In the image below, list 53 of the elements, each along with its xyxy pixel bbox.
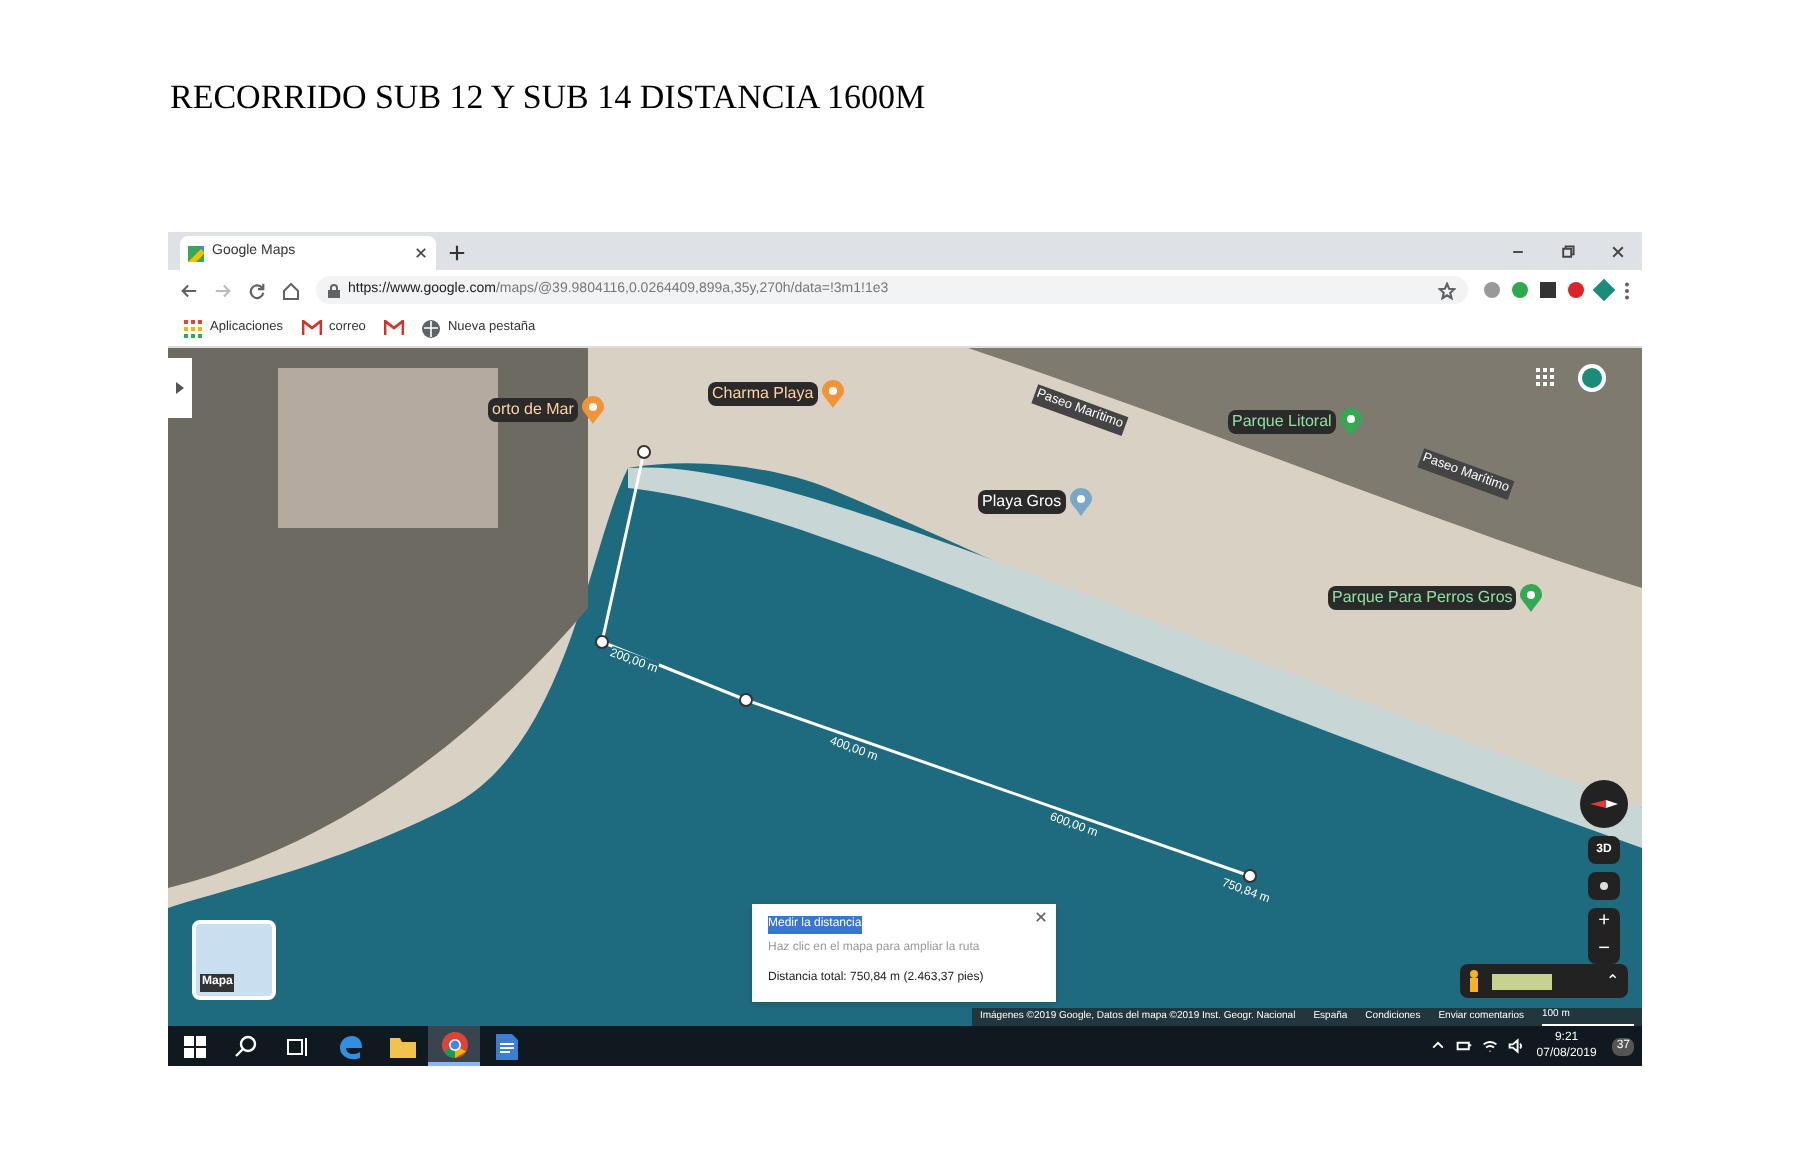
close-icon[interactable] — [1610, 244, 1626, 260]
apps-grid-icon — [184, 319, 202, 337]
restore-icon[interactable] — [1560, 244, 1576, 260]
reload-icon[interactable] — [248, 281, 266, 299]
route-point[interactable] — [595, 635, 609, 649]
star-icon[interactable] — [1438, 281, 1456, 299]
search-icon — [234, 1034, 258, 1058]
mail-icon — [301, 320, 321, 336]
imagery-thumbnail[interactable] — [1492, 973, 1552, 989]
grid-icon[interactable] — [1536, 368, 1554, 386]
map-pin-icon[interactable] — [1339, 408, 1362, 436]
place-label[interactable]: Parque Litoral — [1228, 410, 1336, 434]
browser-e-icon — [337, 1033, 363, 1059]
mail-icon — [383, 320, 404, 336]
back-icon[interactable] — [180, 281, 198, 299]
side-panel-toggle[interactable] — [168, 358, 192, 418]
caret-icon — [176, 382, 184, 394]
folder-icon — [389, 1035, 415, 1057]
map-pin-icon[interactable] — [1520, 584, 1543, 612]
map-pin-icon[interactable] — [1069, 488, 1092, 516]
windows-icon — [183, 1035, 205, 1057]
route-point[interactable] — [637, 445, 651, 459]
chrome-icon — [441, 1031, 467, 1057]
map-pin-icon — [188, 245, 204, 261]
speaker-icon[interactable] — [1508, 1038, 1525, 1054]
expand-button[interactable]: ⌃ — [1606, 969, 1620, 993]
home-icon[interactable] — [282, 281, 300, 299]
globe-icon — [421, 319, 440, 337]
document-icon — [495, 1033, 517, 1059]
place-label[interactable]: orto de Mar — [488, 398, 578, 422]
zoom-in-button[interactable]: + — [1598, 908, 1610, 936]
task-view-icon — [286, 1035, 310, 1057]
close-icon[interactable] — [414, 246, 428, 260]
wifi-icon[interactable] — [1482, 1038, 1499, 1054]
bookmark[interactable] — [383, 320, 404, 336]
place-label[interactable]: Parque Para Perros Gros — [1328, 586, 1517, 610]
person-icon[interactable] — [1468, 970, 1480, 992]
chevron-up-icon[interactable] — [1430, 1038, 1447, 1054]
place-label[interactable]: Playa Gros — [978, 490, 1066, 514]
satellite-map[interactable] — [168, 348, 1642, 1026]
document-title: RECORRIDO SUB 12 Y SUB 14 DISTANCIA 1600M — [170, 76, 926, 120]
lock-icon — [328, 283, 340, 297]
close-icon[interactable] — [1034, 910, 1048, 924]
new-tab-icon[interactable] — [448, 244, 466, 262]
sun-button[interactable] — [1588, 872, 1620, 900]
menu-icon[interactable] — [1624, 281, 1630, 299]
extension-icon[interactable] — [1592, 278, 1616, 302]
map-pin-icon[interactable] — [581, 396, 604, 424]
route-point[interactable] — [739, 693, 753, 707]
battery-icon[interactable] — [1456, 1038, 1473, 1054]
zoom-out-button[interactable]: − — [1598, 936, 1610, 964]
place-label[interactable]: Charma Playa — [708, 382, 818, 406]
taskbar-app[interactable] — [428, 1026, 480, 1066]
